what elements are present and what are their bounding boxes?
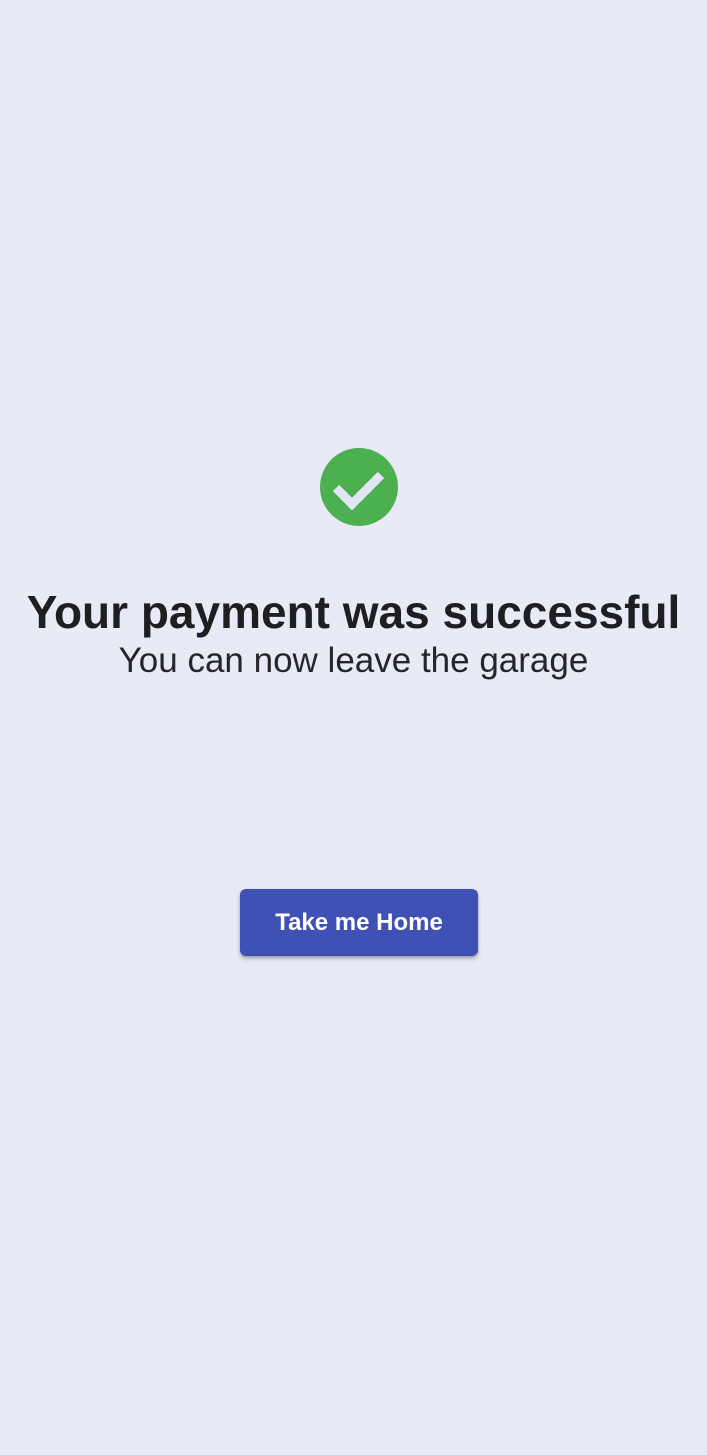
- payment-success-title: Your payment was successful: [26, 586, 681, 638]
- take-me-home-button[interactable]: Take me Home: [240, 889, 478, 956]
- payment-success-message: You can now leave the garage: [118, 641, 589, 680]
- check-circle-icon: [320, 448, 398, 526]
- payment-success-screen: Your payment was successful You can now …: [0, 0, 707, 1455]
